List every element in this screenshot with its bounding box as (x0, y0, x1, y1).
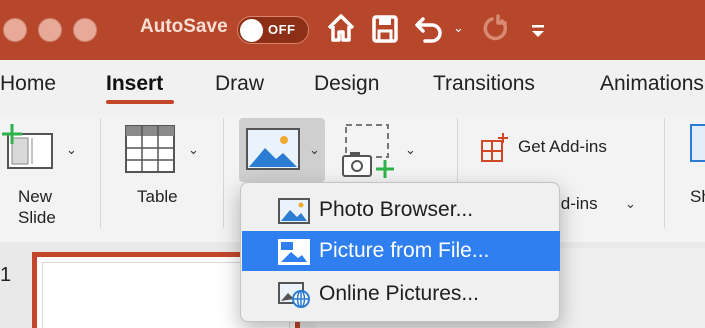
shapes-icon[interactable] (690, 124, 705, 164)
title-bar: AutoSave OFF ⌄ (0, 0, 705, 60)
ribbon-separator (223, 118, 224, 228)
tab-insert[interactable]: Insert (106, 72, 163, 96)
screenshot-icon[interactable] (341, 122, 401, 180)
new-slide-label-line2: Slide (18, 208, 56, 227)
ribbon-separator (664, 118, 665, 228)
menu-item-picture-from-file[interactable]: Picture from File... (242, 231, 560, 271)
shapes-label-cut-off: Sh (690, 187, 705, 206)
menu-item-photo-browser[interactable]: Photo Browser... (242, 190, 560, 230)
autosave-toggle[interactable]: OFF (237, 16, 309, 44)
tab-transitions[interactable]: Transitions (433, 72, 535, 96)
get-addins-icon[interactable] (480, 133, 510, 163)
customize-toolbar-icon[interactable] (530, 24, 546, 38)
slide-number: 1 (0, 264, 12, 286)
menu-item-label: Photo Browser... (319, 198, 474, 221)
tab-design[interactable]: Design (314, 72, 379, 96)
pictures-dropdown-menu: Photo Browser... Picture from File... On… (240, 182, 560, 322)
tab-home[interactable]: Home (0, 72, 56, 96)
redo-icon[interactable] (480, 13, 510, 43)
table-label: Table (137, 187, 178, 206)
menu-item-label: Online Pictures... (319, 282, 479, 305)
new-slide-chevron-icon[interactable]: ⌄ (66, 142, 77, 158)
table-icon[interactable] (125, 125, 177, 175)
undo-icon[interactable] (414, 15, 444, 43)
screenshot-chevron-icon[interactable]: ⌄ (405, 142, 416, 158)
online-pictures-icon (278, 282, 310, 308)
undo-dropdown-chevron-icon[interactable]: ⌄ (453, 20, 464, 36)
new-slide-label-line1: New (18, 187, 53, 206)
toggle-knob (240, 19, 263, 42)
menu-item-label: Picture from File... (319, 239, 490, 262)
photo-browser-icon (278, 198, 310, 224)
ribbon-separator (100, 118, 101, 228)
pictures-icon (246, 128, 300, 170)
minimize-window-button[interactable] (38, 18, 62, 42)
get-addins-label[interactable]: Get Add-ins (518, 137, 607, 157)
menu-item-online-pictures[interactable]: Online Pictures... (242, 274, 560, 314)
autosave-label: AutoSave (140, 16, 228, 37)
pictures-chevron-icon[interactable]: ⌄ (309, 142, 320, 158)
home-icon[interactable] (326, 13, 356, 43)
tab-animations[interactable]: Animations (600, 72, 704, 96)
zoom-window-button[interactable] (73, 18, 97, 42)
new-slide-icon[interactable] (2, 122, 54, 172)
close-window-button[interactable] (3, 18, 27, 42)
table-chevron-icon[interactable]: ⌄ (188, 142, 199, 158)
active-tab-indicator (106, 100, 174, 104)
autosave-state: OFF (268, 22, 296, 37)
save-icon[interactable] (372, 15, 398, 43)
picture-file-icon (278, 239, 310, 265)
tab-draw[interactable]: Draw (215, 72, 264, 96)
my-addins-chevron-icon[interactable]: ⌄ (625, 196, 636, 212)
